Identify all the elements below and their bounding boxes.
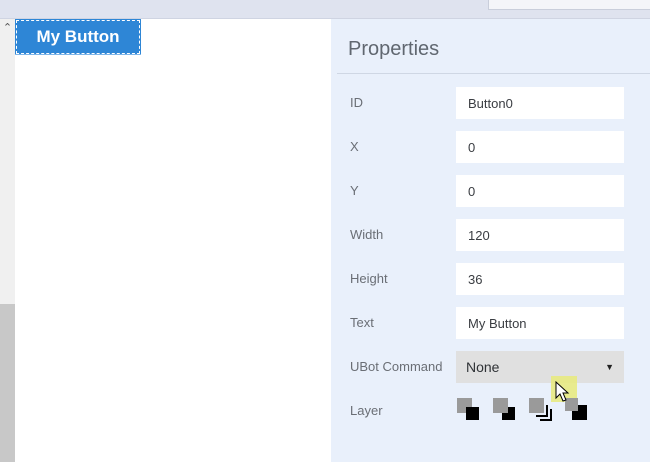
ubot-command-label: UBot Command: [350, 359, 443, 374]
x-input[interactable]: 0: [456, 131, 624, 163]
properties-title: Properties: [348, 38, 440, 60]
height-input[interactable]: 36: [456, 263, 624, 295]
height-label: Height: [350, 271, 388, 286]
width-label: Width: [350, 227, 384, 242]
width-input[interactable]: 120: [456, 219, 624, 251]
mouse-pointer-icon: [555, 381, 570, 402]
bring-to-front-icon[interactable]: [455, 396, 481, 422]
ubot-command-value: None: [466, 359, 500, 375]
top-toolbar: [0, 0, 650, 19]
design-canvas[interactable]: My Button: [15, 19, 331, 462]
text-label: Text: [350, 315, 374, 330]
y-label: Y: [350, 183, 359, 198]
text-input[interactable]: My Button: [456, 307, 624, 339]
scrollbar-thumb[interactable]: [0, 304, 15, 462]
chevron-up-icon[interactable]: ⌃: [0, 19, 15, 35]
my-button-element[interactable]: My Button: [15, 19, 141, 55]
y-input[interactable]: 0: [456, 175, 624, 207]
id-label: ID: [350, 95, 363, 110]
properties-divider: [337, 73, 650, 74]
layer-label: Layer: [350, 403, 383, 418]
ubot-command-select[interactable]: None ▼: [456, 351, 624, 383]
toolbar-field[interactable]: [488, 0, 650, 10]
send-backward-icon[interactable]: [527, 396, 553, 422]
vertical-scrollbar[interactable]: ⌃: [0, 19, 15, 462]
bring-forward-icon[interactable]: [491, 396, 517, 422]
x-label: X: [350, 139, 359, 154]
id-input[interactable]: Button0: [456, 87, 624, 119]
properties-panel: Properties ID Button0 X 0 Y 0 Width 120 …: [331, 19, 650, 462]
caret-down-icon: ▼: [605, 362, 614, 372]
